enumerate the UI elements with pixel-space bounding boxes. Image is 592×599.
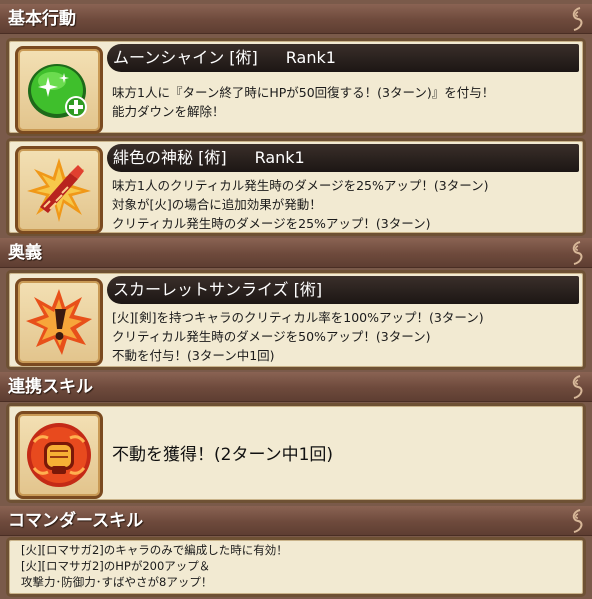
skill-title-bar: スカーレットサンライズ [術] (107, 276, 579, 304)
ougi-card-scarlet-sunrise[interactable]: スカーレットサンライズ [術] [火][剣]を持つキャラのクリティカル率を100… (6, 270, 586, 370)
skill-icon-frame (15, 146, 103, 234)
skill-desc-line: 味方1人に『ターン終了時にHPが50回復する！(3ターン)』を付与！ (112, 85, 495, 100)
skill-rank: Rank1 (254, 148, 305, 167)
exclamation-burst-icon (26, 289, 92, 355)
section-title: 奥義 (8, 243, 42, 263)
skill-desc-line: 能力ダウンを解除！ (112, 104, 225, 119)
skill-icon-frame (15, 278, 103, 366)
skill-title: 緋色の神秘 [術] (113, 148, 227, 167)
commander-desc-line: [火][ロマサガ2]のキャラのみで編成した時に有効！ (21, 543, 288, 557)
skill-icon-frame (15, 46, 103, 134)
section-title: コマンダースキル (8, 511, 144, 531)
section-title: 連携スキル (8, 377, 93, 397)
section-header-ougi: 奥義 (0, 238, 592, 268)
scroll-curl-icon (572, 509, 583, 533)
skill-title: ムーンシャイン [術] (113, 48, 258, 67)
renkei-skill-desc: 不動を獲得！(2ターン中1回) (112, 445, 334, 465)
skill-card-moonshine[interactable]: ムーンシャイン [術] Rank1 味方1人に『ターン終了時にHPが50回復する！… (6, 38, 586, 136)
skill-rank: Rank1 (285, 48, 336, 67)
commander-skill-card: [火][ロマサガ2]のキャラのみで編成した時に有効！ [火][ロマサガ2]のHP… (6, 537, 586, 597)
crimson-feather-sword-icon (27, 158, 91, 222)
scroll-curl-icon (572, 7, 583, 31)
section-header-renkei-skill: 連携スキル (0, 372, 592, 402)
scroll-curl-icon (572, 375, 583, 399)
renkei-skill-card[interactable]: 不動を獲得！(2ターン中1回) (6, 403, 586, 503)
section-header-basic-action: 基本行動 (0, 4, 592, 34)
green-sparkle-heal-icon (28, 64, 87, 118)
skill-desc-line: 対象が[火]の場合に追加効果が発動！ (112, 197, 322, 212)
skill-desc-line: 味方1人のクリティカル発生時のダメージを25%アップ！(3ターン) (112, 178, 489, 193)
skill-desc-line: 不動を付与！(3ターン中1回) (112, 348, 275, 363)
section-title: 基本行動 (8, 9, 76, 29)
skill-title-bar: 緋色の神秘 [術] Rank1 (107, 144, 579, 172)
scroll-curl-icon (572, 241, 583, 265)
skill-title: スカーレットサンライズ [術] (113, 280, 323, 299)
fist-emblem-icon (27, 423, 91, 487)
skill-card-hiiro-no-shinpi[interactable]: 緋色の神秘 [術] Rank1 味方1人のクリティカル発生時のダメージを25%アッ… (6, 138, 586, 236)
commander-desc-line: 攻撃力･防御力･すばやさが8アップ！ (21, 575, 213, 589)
commander-desc-line: [火][ロマサガ2]のHPが200アップ＆ (21, 559, 211, 573)
skill-desc-line: クリティカル発生時のダメージを50%アップ！(3ターン) (112, 329, 431, 344)
skill-desc-line: クリティカル発生時のダメージを25%アップ！(3ターン) (112, 216, 431, 231)
skill-desc-line: [火][剣]を持つキャラのクリティカル率を100%アップ！(3ターン) (112, 310, 484, 325)
skill-icon-frame (15, 411, 103, 499)
skill-title-bar: ムーンシャイン [術] Rank1 (107, 44, 579, 72)
section-header-commander-skill: コマンダースキル (0, 506, 592, 536)
